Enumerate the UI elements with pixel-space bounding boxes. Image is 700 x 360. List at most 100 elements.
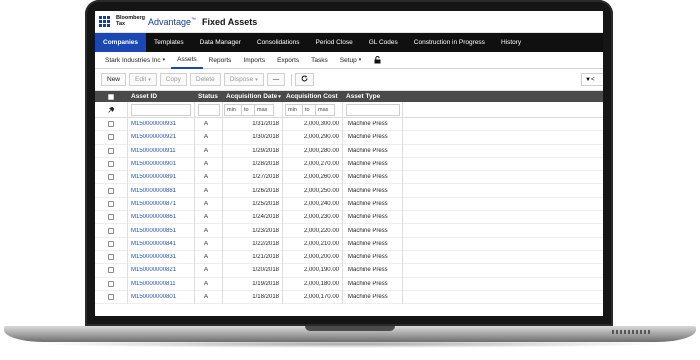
status-cell: A bbox=[204, 214, 209, 221]
row-checkbox[interactable] bbox=[108, 254, 114, 261]
asset-id-link[interactable]: M150000000901 bbox=[127, 161, 194, 167]
nav-period-close[interactable]: Period Close bbox=[308, 33, 361, 52]
column-header-asset-type[interactable]: Asset Type bbox=[342, 93, 402, 100]
table-row[interactable]: M150000000811 A 1/19/2018 2,000,180.00 M… bbox=[95, 278, 603, 291]
row-checkbox[interactable] bbox=[108, 267, 114, 274]
filter-cost-max[interactable]: max bbox=[315, 103, 335, 116]
nav-companies[interactable]: Companies bbox=[95, 33, 147, 52]
filter-asset-type-input[interactable] bbox=[346, 103, 400, 116]
filter-cost-to: to bbox=[303, 103, 315, 116]
filter-toggle-button[interactable]: ▼< bbox=[581, 73, 603, 86]
table-row[interactable]: M150000000801 A 1/18/2018 2,000,170.00 M… bbox=[95, 291, 603, 305]
sub-nav: Stark Industries Inc ▾ Assets Reports Im… bbox=[95, 52, 603, 69]
row-checkbox[interactable] bbox=[108, 147, 114, 154]
dispose-button[interactable]: Dispose ▾ bbox=[223, 73, 264, 86]
asset-type-cell: Machine Press bbox=[348, 240, 388, 247]
row-checkbox[interactable] bbox=[108, 240, 114, 247]
setup-menu[interactable]: Setup ▾ bbox=[334, 52, 368, 69]
pin-icon[interactable] bbox=[106, 105, 116, 115]
row-checkbox[interactable] bbox=[108, 214, 114, 221]
asset-id-link[interactable]: M150000000841 bbox=[127, 241, 194, 247]
filter-cost-cell: min to max bbox=[282, 102, 342, 118]
company-selector-label: Stark Industries Inc bbox=[105, 56, 161, 64]
table-row[interactable]: M150000000861 A 1/24/2018 2,000,230.00 M… bbox=[95, 211, 603, 225]
row-checkbox[interactable] bbox=[108, 121, 114, 128]
apps-grid-icon[interactable] bbox=[99, 16, 110, 27]
nav-construction-in-progress[interactable]: Construction in Progress bbox=[406, 33, 493, 52]
row-checkbox[interactable] bbox=[108, 294, 114, 300]
row-checkbox[interactable] bbox=[108, 134, 114, 141]
status-cell: A bbox=[204, 240, 209, 247]
tab-tasks[interactable]: Tasks bbox=[305, 52, 334, 69]
filter-asset-id-input[interactable] bbox=[131, 103, 191, 116]
nav-templates[interactable]: Templates bbox=[146, 33, 192, 52]
asset-id-link[interactable]: M150000000931 bbox=[127, 121, 194, 127]
filter-date-max[interactable]: max bbox=[254, 103, 274, 116]
asset-id-link[interactable]: M150000000881 bbox=[127, 188, 194, 194]
table-row[interactable]: M150000000891 A 1/27/2018 2,000,260.00 M… bbox=[95, 171, 603, 185]
asset-id-link[interactable]: M150000000921 bbox=[127, 134, 194, 140]
more-button[interactable]: — bbox=[266, 73, 286, 86]
table-row[interactable]: M150000000911 A 1/29/2018 2,000,280.00 M… bbox=[95, 145, 603, 158]
row-checkbox[interactable] bbox=[108, 161, 114, 168]
table-row[interactable]: M150000000871 A 1/25/2018 2,000,240.00 M… bbox=[95, 198, 603, 212]
column-header-status[interactable]: Status bbox=[194, 93, 222, 100]
table-row[interactable]: M150000000921 A 1/30/2018 2,000,290.00 M… bbox=[95, 131, 603, 145]
asset-id-link[interactable]: M150000000801 bbox=[127, 294, 194, 300]
asset-id-link[interactable]: M150000000831 bbox=[127, 254, 194, 260]
company-selector[interactable]: Stark Industries Inc ▾ bbox=[99, 52, 171, 69]
asset-id-link[interactable]: M150000000851 bbox=[127, 228, 194, 234]
copy-button[interactable]: Copy bbox=[159, 73, 187, 86]
acquisition-cost-cell: 2,000,190.00 bbox=[303, 267, 339, 274]
table-row[interactable]: M150000000831 A 1/21/2018 2,000,200.00 M… bbox=[95, 251, 603, 265]
row-checkbox[interactable] bbox=[108, 227, 114, 234]
table-row[interactable]: M150000000841 A 1/22/2018 2,000,210.00 M… bbox=[95, 238, 603, 251]
asset-id-link[interactable]: M150000000811 bbox=[127, 281, 194, 287]
tab-exports[interactable]: Exports bbox=[271, 52, 305, 69]
new-button[interactable]: New bbox=[101, 73, 127, 86]
edit-button[interactable]: Edit ▾ bbox=[129, 73, 157, 86]
table-row[interactable]: M150000000881 A 1/26/2018 2,000,250.00 M… bbox=[95, 184, 603, 198]
tab-reports[interactable]: Reports bbox=[203, 52, 238, 69]
nav-history[interactable]: History bbox=[493, 33, 529, 52]
status-cell: A bbox=[204, 134, 209, 141]
product-mark: ™ bbox=[191, 16, 197, 23]
delete-button[interactable]: Delete bbox=[189, 73, 221, 86]
table-row[interactable]: M150000000901 A 1/28/2018 2,000,270.00 M… bbox=[95, 158, 603, 172]
table-row[interactable]: M150000000931 A 1/31/2018 2,000,300.00 M… bbox=[95, 118, 603, 132]
select-all-checkbox[interactable] bbox=[108, 93, 114, 100]
filter-status-input[interactable] bbox=[198, 103, 220, 116]
chevron-down-icon: ▾ bbox=[358, 57, 362, 63]
nav-data-manager[interactable]: Data Manager bbox=[192, 33, 249, 52]
row-checkbox[interactable] bbox=[108, 187, 114, 194]
nav-gl-codes[interactable]: GL Codes bbox=[361, 33, 406, 52]
acquisition-date-cell: 1/27/2018 bbox=[252, 174, 279, 181]
asset-id-link[interactable]: M150000000821 bbox=[127, 267, 194, 273]
asset-type-cell: Machine Press bbox=[348, 267, 388, 274]
lock-icon[interactable] bbox=[371, 54, 383, 66]
column-header-acquisition-cost[interactable]: Acquisition Cost bbox=[282, 93, 342, 100]
filter-date-min[interactable]: min bbox=[224, 103, 242, 116]
acquisition-date-cell: 1/20/2018 bbox=[252, 267, 279, 274]
filter-date-cell: min to max bbox=[222, 102, 282, 118]
asset-type-cell: Machine Press bbox=[348, 147, 388, 154]
filter-status-cell bbox=[194, 102, 222, 118]
nav-consolidations[interactable]: Consolidations bbox=[249, 33, 308, 52]
asset-id-link[interactable]: M150000000911 bbox=[127, 148, 194, 154]
tab-imports[interactable]: Imports bbox=[237, 52, 271, 69]
laptop-hinge bbox=[305, 326, 395, 331]
asset-id-link[interactable]: M150000000871 bbox=[127, 201, 194, 207]
column-header-asset-id[interactable]: Asset ID bbox=[127, 93, 194, 100]
tab-assets[interactable]: Assets bbox=[171, 52, 203, 69]
table-row[interactable]: M150000000851 A 1/23/2018 2,000,220.00 M… bbox=[95, 224, 603, 238]
row-checkbox[interactable] bbox=[108, 200, 114, 207]
row-checkbox[interactable] bbox=[108, 280, 114, 287]
column-header-acquisition-date[interactable]: Acquisition Date▾ bbox=[222, 93, 282, 100]
asset-id-link[interactable]: M150000000861 bbox=[127, 214, 194, 220]
filter-row: min to max min to max bbox=[95, 102, 603, 118]
table-row[interactable]: M150000000821 A 1/20/2018 2,000,190.00 M… bbox=[95, 264, 603, 278]
refresh-button[interactable] bbox=[295, 73, 315, 86]
filter-cost-min[interactable]: min bbox=[285, 103, 303, 116]
row-checkbox[interactable] bbox=[108, 174, 114, 181]
asset-id-link[interactable]: M150000000891 bbox=[127, 174, 194, 180]
